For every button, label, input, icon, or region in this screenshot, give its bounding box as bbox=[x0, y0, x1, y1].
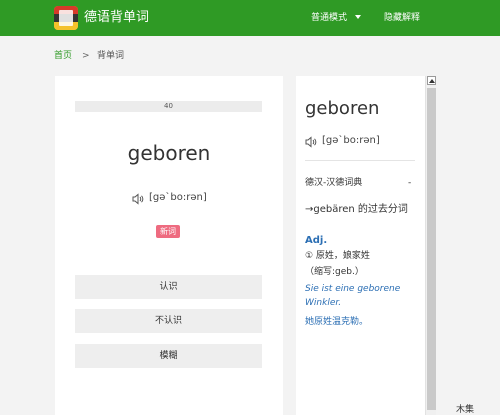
word-phonetic: [gə`bo:rən] bbox=[149, 192, 207, 203]
dict-abbreviation: （缩写:geb.） bbox=[305, 267, 364, 277]
word-card: 40 geboren [gə`bo:rən] 新词 认识 不认识 模糊 bbox=[55, 76, 283, 415]
new-word-badge: 新词 bbox=[156, 225, 180, 238]
corner-text: 木集 bbox=[456, 405, 475, 415]
dict-meaning: ① 原姓，娘家姓 bbox=[305, 251, 370, 261]
dict-divider bbox=[305, 160, 415, 161]
speaker-icon[interactable] bbox=[132, 193, 144, 205]
dict-collapse-toggle[interactable]: - bbox=[408, 177, 411, 189]
dont-know-button[interactable]: 不认识 bbox=[75, 309, 262, 333]
vague-button[interactable]: 模糊 bbox=[75, 344, 262, 368]
dict-definition: →gebären 的过去分词 bbox=[305, 204, 408, 215]
word-text: geboren bbox=[127, 141, 211, 165]
mode-menu[interactable]: 普通模式 bbox=[311, 12, 347, 24]
top-navbar: 德语背单词 普通模式 隐藏解释 bbox=[0, 0, 500, 36]
app-title[interactable]: 德语背单词 bbox=[84, 10, 149, 26]
dict-translation: 她原姓温克勒。 bbox=[305, 317, 369, 327]
dict-source: 德汉-汉德词典 bbox=[305, 178, 363, 188]
hide-explanation-toggle[interactable]: 隐藏解释 bbox=[384, 12, 420, 24]
dict-speaker-icon[interactable] bbox=[305, 136, 317, 148]
dictionary-panel: geboren [gə`bo:rən] 德汉-汉德词典 - →gebären 的… bbox=[296, 76, 436, 415]
dict-word: geboren bbox=[305, 98, 380, 119]
breadcrumb-separator: > bbox=[82, 51, 90, 61]
breadcrumb-current: 背单词 bbox=[97, 51, 125, 61]
scroll-up-arrow-icon[interactable] bbox=[427, 76, 436, 85]
dict-phonetic: [gə`bo:rən] bbox=[322, 135, 380, 146]
know-button[interactable]: 认识 bbox=[75, 275, 262, 299]
caret-down-icon[interactable] bbox=[355, 15, 361, 19]
word-counter: 40 bbox=[75, 101, 262, 112]
dict-example: Sie ist eine geborene Winkler. bbox=[305, 284, 401, 308]
book-flag-icon[interactable] bbox=[54, 6, 78, 30]
scrollbar-thumb[interactable] bbox=[427, 88, 436, 410]
dict-part-of-speech: Adj. bbox=[305, 235, 328, 246]
breadcrumb-home-link[interactable]: 首页 bbox=[54, 50, 72, 62]
dict-scrollbar[interactable] bbox=[425, 76, 436, 415]
